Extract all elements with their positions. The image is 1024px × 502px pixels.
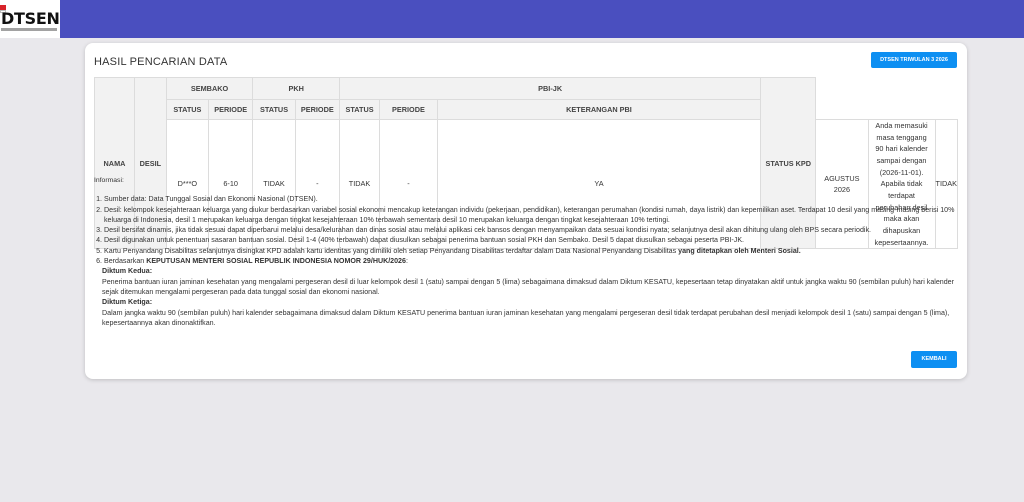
logo-text: DTSEN (1, 9, 60, 28)
info-item-4: Desil digunakan untuk penentuan sasaran … (104, 235, 958, 245)
sub-header-sembako-periode: PERIODE (208, 99, 254, 120)
info-item-5-text: Kartu Penyandang Disabilitas selanjutnya… (104, 246, 679, 255)
group-header-sembako: SEMBAKO (165, 77, 254, 100)
info-item-5: Kartu Penyandang Disabilitas selanjutnya… (104, 246, 958, 256)
page-title: HASIL PENCARIAN DATA (94, 56, 228, 68)
info-item-3: Desil bersifat dinamis, jika tidak sesua… (104, 225, 958, 235)
sub-header-sembako-status: STATUS (165, 99, 210, 120)
dtsen-logo[interactable]: DTSEN (0, 0, 60, 38)
sub-header-pbi-periode: PERIODE (379, 99, 438, 120)
diktum-kedua-title: Diktum Kedua: (102, 267, 153, 276)
info-item-6-suffix: : (405, 257, 408, 266)
info-section: Informasi: Sumber data: Data Tunggal Sos… (94, 176, 958, 328)
sub-header-pkh-periode: PERIODE (294, 99, 340, 120)
group-header-pkh: PKH (252, 77, 340, 100)
sub-header-keterangan-pbi: KETERANGAN PBI (436, 99, 762, 120)
sub-header-pbi-status: STATUS (338, 99, 381, 120)
info-item-1: Sumber data: Data Tunggal Sosial dan Eko… (104, 194, 958, 204)
info-item-2: Desil: kelompok kesejahteraan keluarga y… (104, 205, 958, 226)
diktum-ketiga-title: Diktum Ketiga: (102, 298, 153, 307)
info-title: Informasi: (94, 177, 124, 184)
logo-tagline (1, 28, 57, 31)
info-item-6-decree: KEPUTUSAN MENTERI SOSIAL REPUBLIK INDONE… (146, 257, 406, 266)
info-item-6-prefix: Berdasarkan (104, 257, 147, 266)
back-button[interactable]: KEMBALI (911, 351, 957, 368)
group-header-pbijk: PBI-JK (338, 77, 762, 100)
info-list: Sumber data: Data Tunggal Sosial dan Eko… (94, 194, 958, 266)
diktum-kedua-text: Penerima bantuan iuran jaminan kesehatan… (102, 277, 954, 296)
top-navbar (0, 0, 1024, 38)
diktum-ketiga-text: Dalam jangka waktu 90 (sembilan puluh) h… (102, 308, 950, 327)
sub-header-pkh-status: STATUS (252, 99, 296, 120)
info-item-5-bold: yang ditetapkan oleh Menteri Sosial. (678, 246, 801, 255)
info-item-6: Berdasarkan KEPUTUSAN MENTERI SOSIAL REP… (104, 256, 958, 266)
result-card: HASIL PENCARIAN DATA DTSEN TRIWULAN 3 20… (85, 43, 967, 379)
dtsen-triwulan-button[interactable]: DTSEN TRIWULAN 3 2026 (871, 52, 957, 68)
